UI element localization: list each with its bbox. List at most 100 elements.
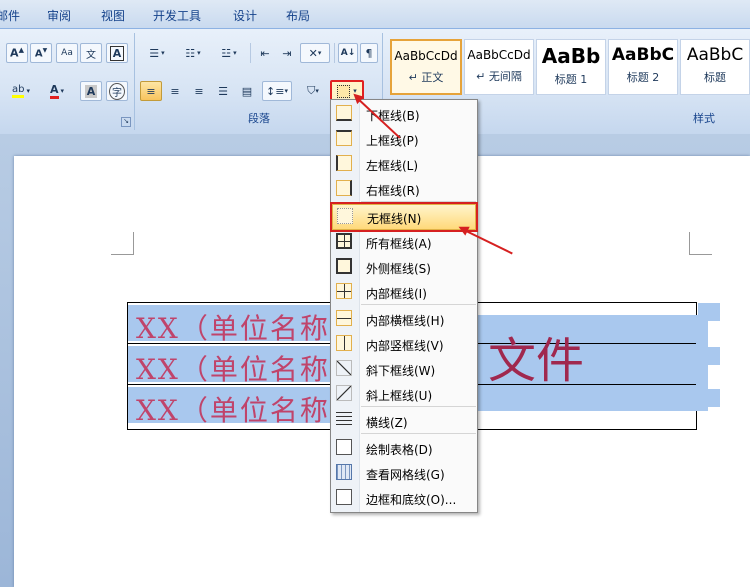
multilevel-list-icon: ☳ <box>221 46 232 60</box>
selection-highlight <box>698 303 720 321</box>
menu-item-outside-borders[interactable]: 外侧框线(S) <box>332 255 476 279</box>
grow-font-button[interactable]: A▲ <box>6 43 28 63</box>
style-title[interactable]: AaBbC 标题 <box>680 39 750 95</box>
character-shading-icon: A <box>84 84 98 98</box>
bullets-button[interactable]: ☰ ▾ <box>140 43 174 63</box>
menu-item-horizontal-line[interactable]: 横线(Z) <box>332 409 476 433</box>
menu-item-borders-and-shading[interactable]: 边框和底纹(O)... <box>332 486 476 510</box>
shrink-font-icon: A▼ <box>34 46 48 60</box>
bottom-border-icon <box>336 105 352 121</box>
distributed-button[interactable]: ▤ <box>236 81 258 101</box>
justify-icon: ☰ <box>218 84 228 98</box>
menu-item-draw-table[interactable]: 绘制表格(D) <box>332 436 476 460</box>
menu-item-diagonal-down-border[interactable]: 斜下框线(W) <box>332 357 476 381</box>
document-title-text: 文件 <box>488 333 585 389</box>
inside-horizontal-border-icon <box>336 310 352 326</box>
align-center-button[interactable]: ≡ <box>164 81 186 101</box>
shrink-font-button[interactable]: A▼ <box>30 43 52 63</box>
pencil-table-icon <box>336 439 352 455</box>
align-right-button[interactable]: ≡ <box>188 81 210 101</box>
show-marks-button[interactable]: ¶ <box>360 43 378 63</box>
diagonal-up-border-icon <box>336 385 352 401</box>
table-cell-text: XX（单位名称 <box>136 353 330 386</box>
font-dialog-launcher-icon[interactable]: ↘ <box>121 117 131 127</box>
distributed-icon: ▤ <box>241 84 253 98</box>
tab-mailings[interactable]: 邮件 <box>0 7 20 24</box>
change-case-icon: Aa <box>61 48 73 58</box>
font-group: A▲ A▼ Aa 文 A ab ▾ A ▾ A 字 ↘ <box>0 33 135 130</box>
decrease-indent-button[interactable]: ⇤ <box>254 43 276 63</box>
style-name: ↵ 无间隔 <box>476 70 522 83</box>
align-left-button[interactable]: ≡ <box>140 81 162 101</box>
style-normal[interactable]: AaBbCcDd ↵ 正文 <box>390 39 462 95</box>
tab-design[interactable]: 设计 <box>233 7 257 24</box>
highlight-color-button[interactable]: ab ▾ <box>4 81 38 101</box>
ribbon-tab-bar: 邮件 审阅 视图 开发工具 设计 布局 <box>0 0 750 28</box>
font-color-icon: A <box>49 83 59 99</box>
watermark-brand: Bai 经验 <box>556 525 672 558</box>
menu-item-left-border[interactable]: 左框线(L) <box>332 152 476 176</box>
tab-view[interactable]: 视图 <box>101 7 125 24</box>
character-border-button[interactable]: A <box>106 43 128 63</box>
watermark-url: jingyan.baidu.com <box>556 562 658 575</box>
style-no-spacing[interactable]: AaBbCcDd ↵ 无间隔 <box>464 39 534 95</box>
paint-bucket-icon: ⛉ <box>307 84 316 97</box>
tab-developer[interactable]: 开发工具 <box>153 7 201 24</box>
no-border-icon <box>337 208 353 224</box>
watermark: Bai 经验 jingyan.baidu.com <box>556 520 736 580</box>
justify-button[interactable]: ☰ <box>212 81 234 101</box>
decrease-indent-icon: ⇤ <box>260 46 270 60</box>
style-heading-2[interactable]: AaBbC 标题 2 <box>608 39 678 95</box>
style-heading-1[interactable]: AaBb 标题 1 <box>536 39 606 95</box>
character-border-icon: A <box>109 45 125 61</box>
tab-layout[interactable]: 布局 <box>286 7 310 24</box>
numbering-button[interactable]: ☷ ▾ <box>176 43 210 63</box>
styles-group-label: 样式 <box>693 112 715 125</box>
menu-item-top-border[interactable]: 上框线(P) <box>332 127 476 151</box>
outside-borders-icon <box>336 258 352 274</box>
menu-item-inside-borders[interactable]: 内部框线(I) <box>332 280 476 304</box>
increase-indent-icon: ⇥ <box>282 46 292 60</box>
inside-borders-icon <box>336 283 352 299</box>
menu-item-view-gridlines[interactable]: 查看网格线(G) <box>332 461 476 485</box>
menu-item-diagonal-up-border[interactable]: 斜上框线(U) <box>332 382 476 406</box>
left-border-icon <box>336 155 352 171</box>
style-name: 标题 1 <box>554 73 588 86</box>
font-color-button[interactable]: A ▾ <box>40 81 74 101</box>
menu-item-no-border[interactable]: 无框线(N) <box>330 202 478 232</box>
style-name: 标题 2 <box>626 71 660 84</box>
menu-item-all-borders[interactable]: 所有框线(A) <box>332 230 476 254</box>
chinese-layout-icon: ✕ <box>308 46 318 60</box>
line-spacing-icon: ↕≡ <box>266 84 285 98</box>
character-shading-button[interactable]: A <box>80 81 102 101</box>
margin-corner-top-left <box>111 232 134 255</box>
line-spacing-button[interactable]: ↕≡ ▾ <box>262 81 292 101</box>
change-case-button[interactable]: Aa <box>56 43 78 63</box>
borders-shading-icon <box>336 489 352 505</box>
enclose-characters-icon: 字 <box>109 82 125 100</box>
tab-review[interactable]: 审阅 <box>47 7 71 24</box>
phonetic-guide-button[interactable]: 文 <box>80 43 102 63</box>
style-sample: AaBbCcDd <box>467 48 531 62</box>
menu-item-right-border[interactable]: 右框线(R) <box>332 177 476 201</box>
diagonal-down-border-icon <box>336 360 352 376</box>
all-borders-icon <box>336 233 352 249</box>
inside-vertical-border-icon <box>336 335 352 351</box>
margin-corner-top-right <box>689 232 712 255</box>
style-sample: AaBb <box>541 44 601 68</box>
highlighter-icon: ab <box>12 84 25 98</box>
numbering-icon: ☷ <box>185 46 196 60</box>
multilevel-list-button[interactable]: ☳ ▾ <box>212 43 246 63</box>
shading-button[interactable]: ⛉ ▾ <box>298 81 328 101</box>
chinese-layout-button[interactable]: ✕ ▾ <box>300 43 330 63</box>
enclose-characters-button[interactable]: 字 <box>106 81 128 101</box>
menu-item-inside-horizontal-border[interactable]: 内部横框线(H) <box>332 307 476 331</box>
sort-button[interactable]: A↓ <box>338 43 358 63</box>
selection-highlight <box>698 389 720 407</box>
menu-item-inside-vertical-border[interactable]: 内部竖框线(V) <box>332 332 476 356</box>
sort-icon: A↓ <box>340 48 356 58</box>
increase-indent-button[interactable]: ⇥ <box>276 43 298 63</box>
bullets-icon: ☰ <box>149 46 160 60</box>
menu-item-bottom-border[interactable]: 下框线(B) <box>332 102 476 126</box>
style-name: ↵ 正文 <box>408 71 444 84</box>
